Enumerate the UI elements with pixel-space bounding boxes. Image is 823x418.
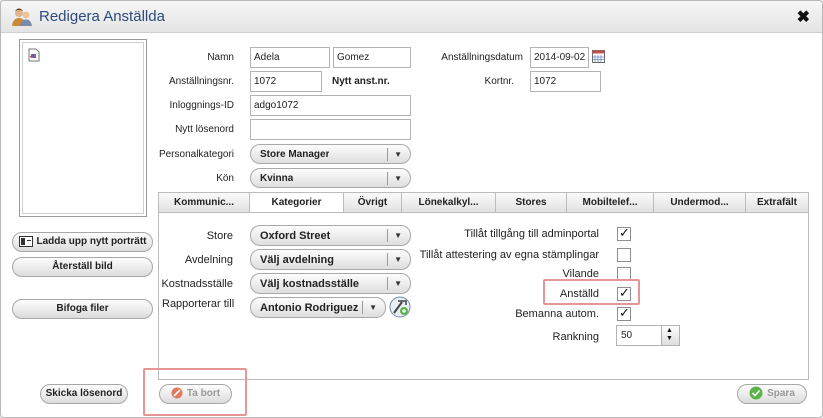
stepper-buttons: ▲ ▼	[661, 326, 679, 345]
gender-label: Kön	[216, 173, 234, 184]
save-button[interactable]: Spara	[737, 384, 807, 404]
staff-category-label: Personalkategori	[158, 149, 234, 160]
select-separator	[387, 229, 388, 242]
select-separator	[387, 253, 388, 266]
employee-number-field[interactable]	[250, 71, 322, 92]
auto-staff-label: Bemanna autom.	[515, 308, 599, 320]
send-password-button[interactable]: Skicka lösenord	[40, 384, 128, 404]
chevron-down-icon: ▼	[394, 150, 402, 159]
card-number-label: Kortnr.	[484, 76, 514, 87]
attach-files-label: Bifoga filer	[56, 303, 109, 314]
save-label: Spara	[767, 388, 795, 399]
chevron-down-icon: ▼	[394, 279, 402, 288]
rank-label: Rankning	[552, 331, 599, 343]
checkmark-icon: ✓	[619, 285, 630, 300]
resting-checkbox[interactable]	[617, 267, 631, 281]
checkmark-circle-icon	[749, 386, 763, 400]
calendar-icon[interactable]	[592, 50, 605, 63]
tab-bar: Kommunic... Kategorier Övrigt Lönekalkyl…	[158, 192, 809, 214]
new-password-label: Nytt lösenord	[175, 124, 234, 135]
tab-sub-modules[interactable]: Undermod...	[654, 192, 746, 213]
employment-date-field[interactable]	[530, 47, 589, 68]
select-separator	[387, 277, 388, 290]
self-attest-label: Tillåt attestering av egna stämplingar	[419, 249, 599, 261]
select-separator	[387, 172, 388, 185]
close-icon[interactable]: ✖	[797, 7, 810, 27]
decrement-icon[interactable]: ▼	[666, 335, 673, 342]
login-id-label: Inloggnings-ID	[169, 100, 234, 111]
delete-label: Ta bort	[186, 388, 221, 399]
card-number-field[interactable]	[530, 71, 601, 92]
attach-files-button[interactable]: Bifoga filer	[12, 299, 153, 319]
employed-label: Anställd	[559, 288, 599, 300]
department-value: Välj avdelning	[260, 254, 334, 266]
store-value: Oxford Street	[260, 230, 331, 242]
gender-select[interactable]: Kvinna ▼	[250, 168, 411, 188]
reset-image-label: Återställ bild	[52, 261, 113, 272]
name-label: Namn	[207, 52, 234, 63]
rank-stepper[interactable]: 50 ▲ ▼	[616, 325, 680, 346]
no-entry-icon	[171, 387, 183, 399]
employed-checkbox[interactable]: ✓	[617, 285, 631, 301]
tab-extra-fields[interactable]: Extrafält	[746, 192, 809, 213]
reset-image-button[interactable]: Återställ bild	[12, 257, 153, 277]
self-attest-checkbox[interactable]	[617, 248, 631, 262]
tab-salary-calc[interactable]: Lönekalkyl...	[402, 192, 496, 213]
chevron-down-icon: ▼	[394, 255, 402, 264]
edit-employee-dialog: Redigera Anställda ✖ Ladda upp nytt port…	[0, 0, 823, 418]
users-icon	[12, 8, 32, 26]
admin-access-label: Tillåt tillgång till adminportal	[464, 228, 599, 240]
upload-image-icon	[18, 235, 33, 247]
increment-icon[interactable]: ▲	[666, 327, 673, 334]
dialog-title: Redigera Anställda	[39, 8, 165, 25]
rank-value: 50	[621, 330, 633, 341]
reports-to-value: Antonio Rodriguez	[260, 302, 359, 314]
portrait-image	[22, 42, 144, 214]
reports-to-label: Rapporterar till	[162, 298, 235, 310]
reports-to-select[interactable]: Antonio Rodriguez ▼	[250, 297, 386, 318]
department-label: Avdelning	[184, 254, 233, 266]
tab-other[interactable]: Övrigt	[344, 192, 402, 213]
store-select[interactable]: Oxford Street ▼	[250, 225, 411, 246]
auto-staff-checkbox[interactable]: ✓	[617, 305, 631, 321]
tab-communication[interactable]: Kommunic...	[158, 192, 250, 213]
department-select[interactable]: Välj avdelning ▼	[250, 249, 411, 270]
upload-portrait-button[interactable]: Ladda upp nytt porträtt	[12, 232, 153, 252]
add-manager-icon[interactable]	[389, 296, 411, 318]
employment-date-label: Anställningsdatum	[441, 52, 523, 63]
select-separator	[362, 301, 363, 314]
send-password-label: Skicka lösenord	[45, 388, 123, 399]
checkmark-icon: ✓	[619, 225, 630, 240]
staff-category-value: Store Manager	[260, 149, 330, 160]
checkmark-icon: ✓	[619, 305, 630, 320]
tab-stores[interactable]: Stores	[496, 192, 567, 213]
cost-center-select[interactable]: Välj kostnadsställe ▼	[250, 273, 411, 294]
login-id-field[interactable]	[250, 95, 411, 116]
chevron-down-icon: ▼	[394, 231, 402, 240]
titlebar: Redigera Anställda ✖	[1, 1, 822, 33]
store-label: Store	[206, 230, 233, 242]
tab-mobile-phone[interactable]: Mobiltelef...	[567, 192, 654, 213]
last-name-field[interactable]	[333, 47, 411, 68]
cost-center-value: Välj kostnadsställe	[260, 278, 360, 290]
chevron-down-icon: ▼	[394, 174, 402, 183]
broken-image-icon	[28, 48, 40, 62]
admin-access-checkbox[interactable]: ✓	[617, 225, 631, 241]
gender-value: Kvinna	[260, 173, 294, 184]
first-name-field[interactable]	[250, 47, 330, 68]
new-employee-number-link[interactable]: Nytt anst.nr.	[332, 76, 390, 87]
tab-categories[interactable]: Kategorier	[250, 192, 344, 214]
resting-label: Vilande	[562, 268, 600, 280]
select-separator	[387, 148, 388, 161]
staff-category-select[interactable]: Store Manager ▼	[250, 144, 411, 164]
cost-center-label: Kostnadsställe	[161, 278, 233, 290]
delete-button[interactable]: Ta bort	[159, 384, 232, 404]
chevron-down-icon: ▼	[369, 303, 377, 312]
new-password-field[interactable]	[250, 119, 411, 140]
portrait-frame	[19, 39, 147, 217]
employee-number-label: Anställningsnr.	[168, 76, 234, 87]
upload-portrait-label: Ladda upp nytt porträtt	[36, 236, 147, 247]
